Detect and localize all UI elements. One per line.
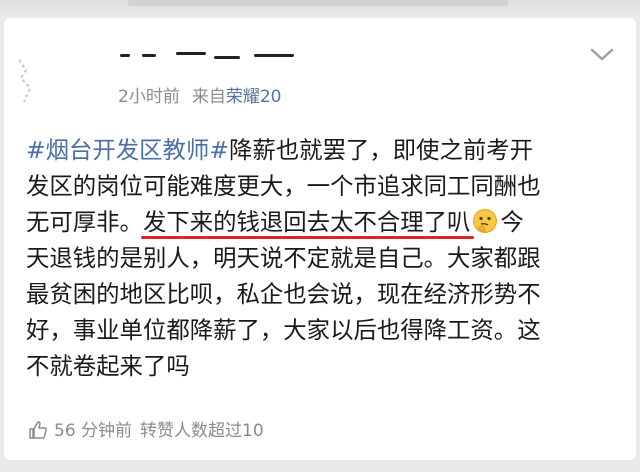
post-time: 2小时前 — [118, 87, 180, 107]
device-link[interactable]: 荣耀20 — [226, 87, 282, 107]
source-prefix: 来自 — [191, 87, 226, 107]
username-blurred[interactable] — [114, 46, 304, 66]
post-meta: 2小时前 来自荣耀20 — [118, 82, 281, 107]
post-line-text: 降薪也就罢了，即使之前考开 — [228, 136, 534, 164]
thumbs-up-icon[interactable] — [28, 420, 48, 440]
post-line-text: 发区的岗位可能难度更大，一个市追求同工同酬也 — [26, 172, 541, 200]
post-footer: 56 分钟前 转赞人数超过10 — [28, 416, 264, 441]
top-bar — [128, 0, 508, 6]
avatar[interactable] — [16, 58, 42, 104]
post-line: 不就卷起来了吗 — [26, 348, 626, 384]
post-line-text: 无可厚非。 — [26, 208, 143, 236]
post-card[interactable]: 2小时前 来自荣耀20 #烟台开发区教师#降薪也就罢了，即使之前考开 发区的岗位可… — [4, 18, 636, 460]
red-underline — [140, 236, 475, 239]
highlighted-text: 发下来的钱退回去太不合理了叭 — [140, 204, 475, 240]
post-line-text: 最贫困的地区比呗，私企也会说，现在经济形势不 — [26, 280, 541, 308]
highlighted-phrase: 发下来的钱退回去太不合理了叭 — [142, 208, 471, 236]
post-line-text: 不就卷起来了吗 — [26, 352, 190, 380]
chevron-down-icon[interactable] — [590, 48, 614, 62]
post-line: 发区的岗位可能难度更大，一个市追求同工同酬也 — [26, 168, 626, 204]
bottom-strip — [0, 460, 640, 472]
repost-count: 转赞人数超过10 — [140, 421, 264, 441]
footer-time: 56 分钟前 — [54, 421, 133, 441]
post-text: #烟台开发区教师#降薪也就罢了，即使之前考开 发区的岗位可能难度更大，一个市追求… — [26, 132, 626, 384]
post-line-text: 好，事业单位都降薪了，大家以后也得降工资。这 — [26, 316, 541, 344]
post-line: 好，事业单位都降薪了，大家以后也得降工资。这 — [26, 312, 626, 348]
hashtag-link[interactable]: #烟台开发区教师# — [26, 136, 229, 164]
post-line-text: 今 — [500, 208, 524, 236]
thinking-face-icon — [472, 208, 498, 234]
post-line: 天退钱的是别人，明天说不定就是自己。大家都跟 — [26, 240, 626, 276]
post-line: 最贫困的地区比呗，私企也会说，现在经济形势不 — [26, 276, 626, 312]
top-strip — [0, 0, 640, 20]
post-line: 无可厚非。发下来的钱退回去太不合理了叭 今 — [26, 204, 626, 240]
post-line: #烟台开发区教师#降薪也就罢了，即使之前考开 — [26, 132, 626, 168]
post-line-text: 天退钱的是别人，明天说不定就是自己。大家都跟 — [26, 244, 541, 272]
